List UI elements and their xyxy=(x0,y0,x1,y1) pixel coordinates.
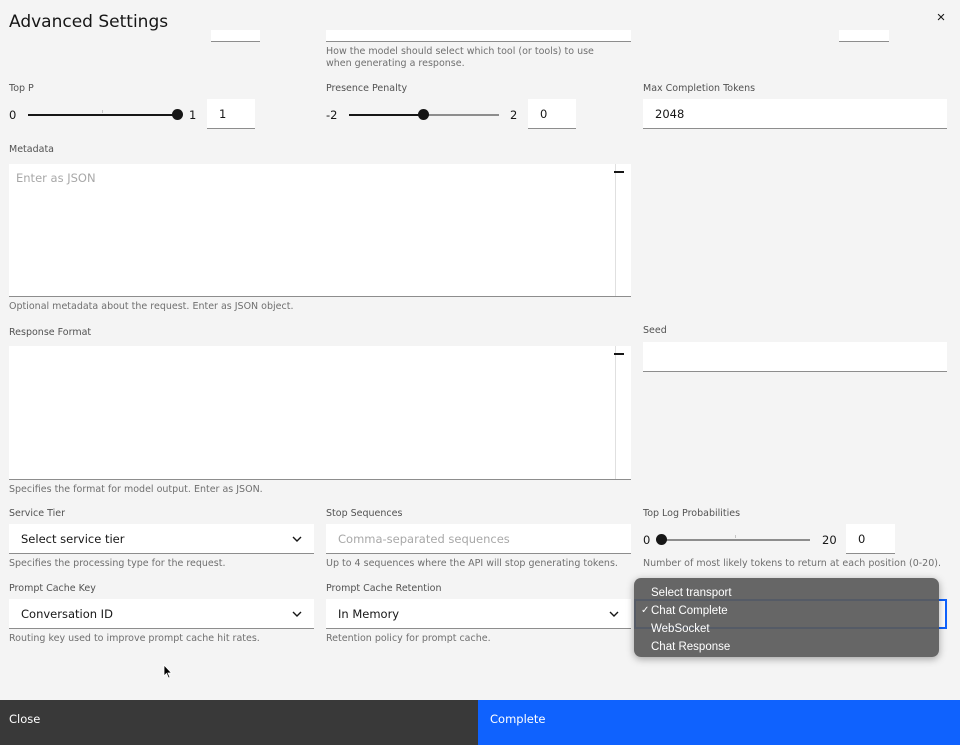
complete-button-label: Complete xyxy=(490,712,546,726)
response-format-helper: Specifies the format for model output. E… xyxy=(9,484,263,495)
close-button[interactable]: Close xyxy=(0,700,478,745)
mouse-pointer-icon xyxy=(163,664,173,679)
max-completion-tokens-input[interactable]: 2048 xyxy=(643,99,947,129)
metadata-scrollbar[interactable] xyxy=(615,164,616,296)
metadata-textarea[interactable]: Enter as JSON xyxy=(9,164,631,297)
clipped-input-right[interactable] xyxy=(839,30,889,42)
stop-sequences-input[interactable]: Comma-separated sequences xyxy=(326,524,631,554)
checkmark-icon: ✓ xyxy=(641,605,650,616)
top-log-probabilities-label: Top Log Probabilities xyxy=(643,508,741,519)
top-p-max: 1 xyxy=(189,108,197,122)
response-format-collapse-icon[interactable] xyxy=(614,353,624,355)
service-tier-helper: Specifies the processing type for the re… xyxy=(9,558,226,569)
top-log-probabilities-min: 0 xyxy=(643,533,651,547)
transport-option[interactable]: WebSocket xyxy=(634,620,939,638)
metadata-helper: Optional metadata about the request. Ent… xyxy=(9,301,294,312)
close-icon[interactable]: × xyxy=(932,9,950,27)
prompt-cache-key-value: Conversation ID xyxy=(21,607,113,621)
prompt-cache-retention-label: Prompt Cache Retention xyxy=(326,583,442,594)
prompt-cache-key-select[interactable]: Conversation ID xyxy=(9,599,314,629)
max-completion-tokens-label: Max Completion Tokens xyxy=(643,83,756,94)
top-log-probabilities-tick xyxy=(735,535,736,538)
top-p-tick xyxy=(102,110,103,113)
transport-option-label: Select transport xyxy=(651,587,732,599)
metadata-placeholder: Enter as JSON xyxy=(16,171,96,185)
transport-option-label: Chat Response xyxy=(651,641,731,653)
top-p-input[interactable]: 1 xyxy=(207,99,255,129)
top-p-track[interactable] xyxy=(28,114,178,116)
seed-label: Seed xyxy=(643,325,667,336)
dialog-title: Advanced Settings xyxy=(9,12,169,32)
top-p-fill xyxy=(28,114,178,116)
transport-option-label: WebSocket xyxy=(651,623,710,635)
presence-penalty-min: -2 xyxy=(326,108,338,122)
transport-dropdown-menu[interactable]: Select transport ✓ Chat Complete WebSocke… xyxy=(634,578,939,657)
service-tier-label: Service Tier xyxy=(9,508,66,519)
top-p-min: 0 xyxy=(9,108,17,122)
stop-sequences-label: Stop Sequences xyxy=(326,508,403,519)
prompt-cache-retention-helper: Retention policy for prompt cache. xyxy=(326,633,491,644)
top-p-thumb[interactable] xyxy=(172,109,183,120)
service-tier-select[interactable]: Select service tier xyxy=(9,524,314,554)
presence-penalty-fill xyxy=(349,114,424,116)
prompt-cache-retention-value: In Memory xyxy=(338,607,400,621)
chevron-down-icon xyxy=(292,536,302,542)
seed-input[interactable] xyxy=(643,342,947,372)
metadata-label: Metadata xyxy=(9,144,54,155)
transport-option-label: Chat Complete xyxy=(651,605,728,617)
prompt-cache-retention-select[interactable]: In Memory xyxy=(326,599,631,629)
close-button-label: Close xyxy=(9,712,41,726)
tool-choice-helper: How the model should select which tool (… xyxy=(326,46,594,69)
response-format-label: Response Format xyxy=(9,327,92,338)
tool-choice-select[interactable] xyxy=(326,30,631,42)
stop-sequences-helper: Up to 4 sequences where the API will sto… xyxy=(326,558,618,569)
top-log-probabilities-max: 20 xyxy=(822,533,837,547)
complete-button[interactable]: Complete xyxy=(478,700,960,745)
top-log-probabilities-thumb[interactable] xyxy=(656,534,667,545)
chevron-down-icon xyxy=(609,611,619,617)
prompt-cache-key-helper: Routing key used to improve prompt cache… xyxy=(9,633,260,644)
metadata-collapse-icon[interactable] xyxy=(614,171,624,173)
transport-option[interactable]: Select transport xyxy=(634,584,939,602)
clipped-input-left[interactable] xyxy=(211,30,260,42)
transport-option[interactable]: Chat Response xyxy=(634,638,939,656)
presence-penalty-max: 2 xyxy=(510,108,518,122)
presence-penalty-thumb[interactable] xyxy=(418,109,429,120)
top-p-label: Top P xyxy=(9,83,34,94)
top-log-probabilities-track[interactable] xyxy=(660,539,810,541)
prompt-cache-key-label: Prompt Cache Key xyxy=(9,583,96,594)
presence-penalty-input[interactable]: 0 xyxy=(528,99,576,129)
response-format-scrollbar[interactable] xyxy=(615,346,616,479)
response-format-textarea[interactable] xyxy=(9,346,631,480)
service-tier-value: Select service tier xyxy=(21,532,125,546)
presence-penalty-label: Presence Penalty xyxy=(326,83,408,94)
chevron-down-icon xyxy=(292,611,302,617)
top-log-probabilities-input[interactable]: 0 xyxy=(846,524,895,554)
transport-option-selected[interactable]: ✓ Chat Complete xyxy=(634,602,939,620)
top-log-probabilities-helper: Number of most likely tokens to return a… xyxy=(643,558,941,569)
